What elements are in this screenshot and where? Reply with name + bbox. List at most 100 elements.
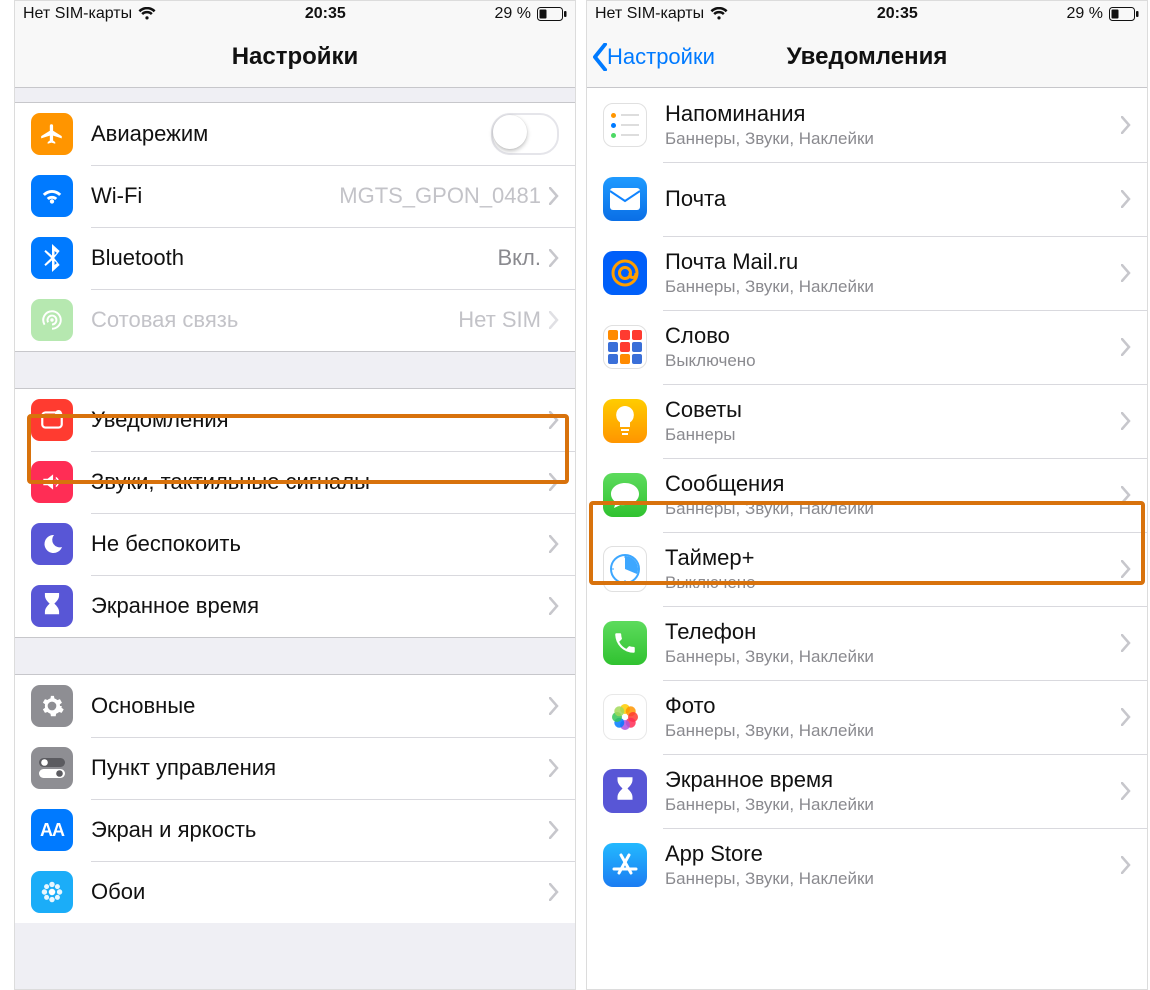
app-name: App Store	[665, 841, 1121, 866]
app-subtitle: Баннеры, Звуки, Наклейки	[665, 869, 1121, 889]
app-row-photos[interactable]: Фото Баннеры, Звуки, Наклейки	[587, 680, 1147, 754]
airplane-icon	[31, 113, 73, 155]
app-name: Экранное время	[665, 767, 1121, 792]
chevron-right-icon	[549, 759, 559, 777]
row-control-center[interactable]: Пункт управления	[15, 737, 575, 799]
row-label: Экранное время	[91, 593, 549, 618]
photos-icon	[603, 695, 647, 739]
app-row-reminders[interactable]: Напоминания Баннеры, Звуки, Наклейки	[587, 88, 1147, 162]
app-subtitle: Баннеры, Звуки, Наклейки	[665, 499, 1121, 519]
chevron-right-icon	[549, 535, 559, 553]
cellular-icon	[31, 299, 73, 341]
row-do-not-disturb[interactable]: Не беспокоить	[15, 513, 575, 575]
app-row-timer[interactable]: Таймер+ Выключено	[587, 532, 1147, 606]
settings-screen: Нет SIM-карты 20:35 29 % Настройки Авиар…	[14, 0, 576, 990]
app-name: Слово	[665, 323, 1121, 348]
row-label: Пункт управления	[91, 755, 549, 780]
app-subtitle: Баннеры, Звуки, Наклейки	[665, 129, 1121, 149]
row-notifications[interactable]: Уведомления	[15, 389, 575, 451]
hourglass-icon	[31, 585, 73, 627]
row-sounds[interactable]: Звуки, тактильные сигналы	[15, 451, 575, 513]
chevron-right-icon	[549, 697, 559, 715]
notifications-icon	[31, 399, 73, 441]
chevron-right-icon	[549, 821, 559, 839]
sounds-icon	[31, 461, 73, 503]
app-subtitle: Баннеры, Звуки, Наклейки	[665, 721, 1121, 741]
flower-icon	[31, 871, 73, 913]
app-row-mailru[interactable]: Почта Mail.ruБаннеры, Звуки, Наклейки	[587, 236, 1147, 310]
app-row-slovo[interactable]: СловоВыключено	[587, 310, 1147, 384]
chevron-right-icon	[1121, 708, 1131, 726]
settings-group-general: Основные Пункт управления AA Экран и ярк…	[15, 674, 575, 923]
app-name: Телефон	[665, 619, 1121, 644]
status-bar: Нет SIM-карты 20:35 29 %	[15, 1, 575, 27]
battery-icon	[537, 7, 567, 21]
app-subtitle: Баннеры	[665, 425, 1121, 445]
battery-pct-label: 29 %	[495, 5, 531, 23]
tips-icon	[603, 399, 647, 443]
row-label: Bluetooth	[91, 245, 498, 270]
app-row-messages[interactable]: СообщенияБаннеры, Звуки, Наклейки	[587, 458, 1147, 532]
row-screen-time[interactable]: Экранное время	[15, 575, 575, 637]
row-label: Wi-Fi	[91, 183, 339, 208]
back-label: Настройки	[607, 44, 715, 70]
messages-icon	[603, 473, 647, 517]
row-general[interactable]: Основные	[15, 675, 575, 737]
app-subtitle: Выключено	[665, 573, 1121, 593]
airplane-toggle[interactable]	[491, 113, 559, 155]
chevron-right-icon	[1121, 486, 1131, 504]
app-subtitle: Баннеры, Звуки, Наклейки	[665, 647, 1121, 667]
back-button[interactable]: Настройки	[591, 27, 715, 87]
app-subtitle: Баннеры, Звуки, Наклейки	[665, 795, 1121, 815]
gear-icon	[31, 685, 73, 727]
screentime-icon	[603, 769, 647, 813]
row-label: Уведомления	[91, 407, 549, 432]
chevron-right-icon	[549, 883, 559, 901]
row-wallpaper[interactable]: Обои	[15, 861, 575, 923]
chevron-right-icon	[549, 249, 559, 267]
app-name: Фото	[665, 693, 1121, 718]
bluetooth-icon	[31, 237, 73, 279]
chevron-right-icon	[549, 597, 559, 615]
app-row-screentime[interactable]: Экранное время Баннеры, Звуки, Наклейки	[587, 754, 1147, 828]
reminders-icon	[603, 103, 647, 147]
row-cellular[interactable]: Сотовая связь Нет SIM	[15, 289, 575, 351]
chevron-right-icon	[1121, 782, 1131, 800]
phone-icon	[603, 621, 647, 665]
chevron-right-icon	[549, 411, 559, 429]
chevron-right-icon	[1121, 634, 1131, 652]
chevron-right-icon	[549, 473, 559, 491]
app-row-appstore[interactable]: App Store Баннеры, Звуки, Наклейки	[587, 828, 1147, 902]
app-row-phone[interactable]: Телефон Баннеры, Звуки, Наклейки	[587, 606, 1147, 680]
row-display-brightness[interactable]: AA Экран и яркость	[15, 799, 575, 861]
app-name: Советы	[665, 397, 1121, 422]
chevron-right-icon	[1121, 856, 1131, 874]
app-name: Почта Mail.ru	[665, 249, 1121, 274]
chevron-right-icon	[1121, 412, 1131, 430]
mail-icon	[603, 177, 647, 221]
app-notifications-list: Напоминания Баннеры, Звуки, Наклейки Почта…	[587, 88, 1147, 902]
notifications-screen: Нет SIM-карты 20:35 29 % Настройки Уведо…	[586, 0, 1148, 990]
chevron-right-icon	[1121, 560, 1131, 578]
app-name: Почта	[665, 186, 1121, 211]
switches-icon	[31, 747, 73, 789]
clock-label: 20:35	[305, 5, 346, 23]
app-row-mail[interactable]: Почта	[587, 162, 1147, 236]
app-name: Напоминания	[665, 101, 1121, 126]
row-label: Звуки, тактильные сигналы	[91, 469, 549, 494]
app-row-tips[interactable]: Советы Баннеры	[587, 384, 1147, 458]
timer-icon	[603, 547, 647, 591]
wifi-icon	[31, 175, 73, 217]
row-bluetooth[interactable]: Bluetooth Вкл.	[15, 227, 575, 289]
status-bar: Нет SIM-карты 20:35 29 %	[587, 1, 1147, 27]
chevron-right-icon	[1121, 264, 1131, 282]
row-value: Нет SIM	[458, 307, 541, 333]
moon-icon	[31, 523, 73, 565]
row-value: Вкл.	[498, 245, 542, 271]
aa-icon: AA	[31, 809, 73, 851]
app-name: Таймер+	[665, 545, 1121, 570]
row-wifi[interactable]: Wi-Fi MGTS_GPON_0481	[15, 165, 575, 227]
wifi-icon	[710, 7, 728, 21]
nav-bar: Настройки	[15, 27, 575, 88]
row-airplane-mode[interactable]: Авиарежим	[15, 103, 575, 165]
